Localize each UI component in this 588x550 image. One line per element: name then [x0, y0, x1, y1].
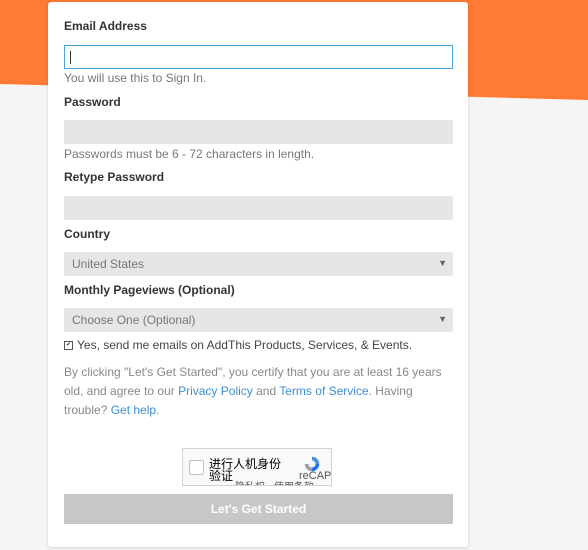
email-field[interactable]	[64, 45, 453, 69]
submit-button[interactable]: Let's Get Started	[64, 494, 453, 524]
recaptcha-widget: 进行人机身份验证 reCAPTCHA 隐私权 - 使用条款	[182, 448, 332, 486]
retype-password-label: Retype Password	[64, 170, 165, 184]
terms-of-service-link[interactable]: Terms of Service	[279, 384, 368, 398]
signup-form: Email Address You will use this to Sign …	[48, 2, 468, 547]
privacy-policy-link[interactable]: Privacy Policy	[178, 384, 253, 398]
dropdown-arrow-icon: ▼	[438, 258, 447, 268]
email-label: Email Address	[64, 19, 147, 33]
country-select[interactable]: United States ▼	[64, 252, 453, 276]
recaptcha-privacy-terms[interactable]: 隐私权 - 使用条款	[235, 478, 314, 485]
newsletter-option: ✔ Yes, send me emails on AddThis Products…	[64, 338, 412, 352]
retype-password-field[interactable]	[64, 196, 453, 220]
pageviews-value: Choose One (Optional)	[72, 313, 196, 327]
email-help-text: You will use this to Sign In.	[64, 71, 207, 85]
pageviews-select[interactable]: Choose One (Optional) ▼	[64, 308, 453, 332]
password-label: Password	[64, 95, 121, 109]
legal-and: and	[252, 384, 280, 398]
dropdown-arrow-icon: ▼	[438, 314, 447, 324]
checkbox-icon[interactable]: ✔	[64, 341, 73, 351]
pageviews-label: Monthly Pageviews (Optional)	[64, 283, 235, 297]
get-help-link[interactable]: Get help	[111, 403, 156, 417]
password-help-text: Passwords must be 6 - 72 characters in l…	[64, 147, 315, 161]
newsletter-label: Yes, send me emails on AddThis Products,…	[77, 338, 413, 352]
country-value: United States	[72, 257, 145, 271]
country-label: Country	[64, 227, 110, 241]
recaptcha-checkbox[interactable]	[189, 460, 204, 475]
password-field[interactable]	[64, 120, 453, 144]
legal-text: By clicking "Let's Get Started", you cer…	[64, 363, 456, 420]
text-caret	[70, 51, 71, 64]
legal-end: .	[156, 403, 160, 417]
